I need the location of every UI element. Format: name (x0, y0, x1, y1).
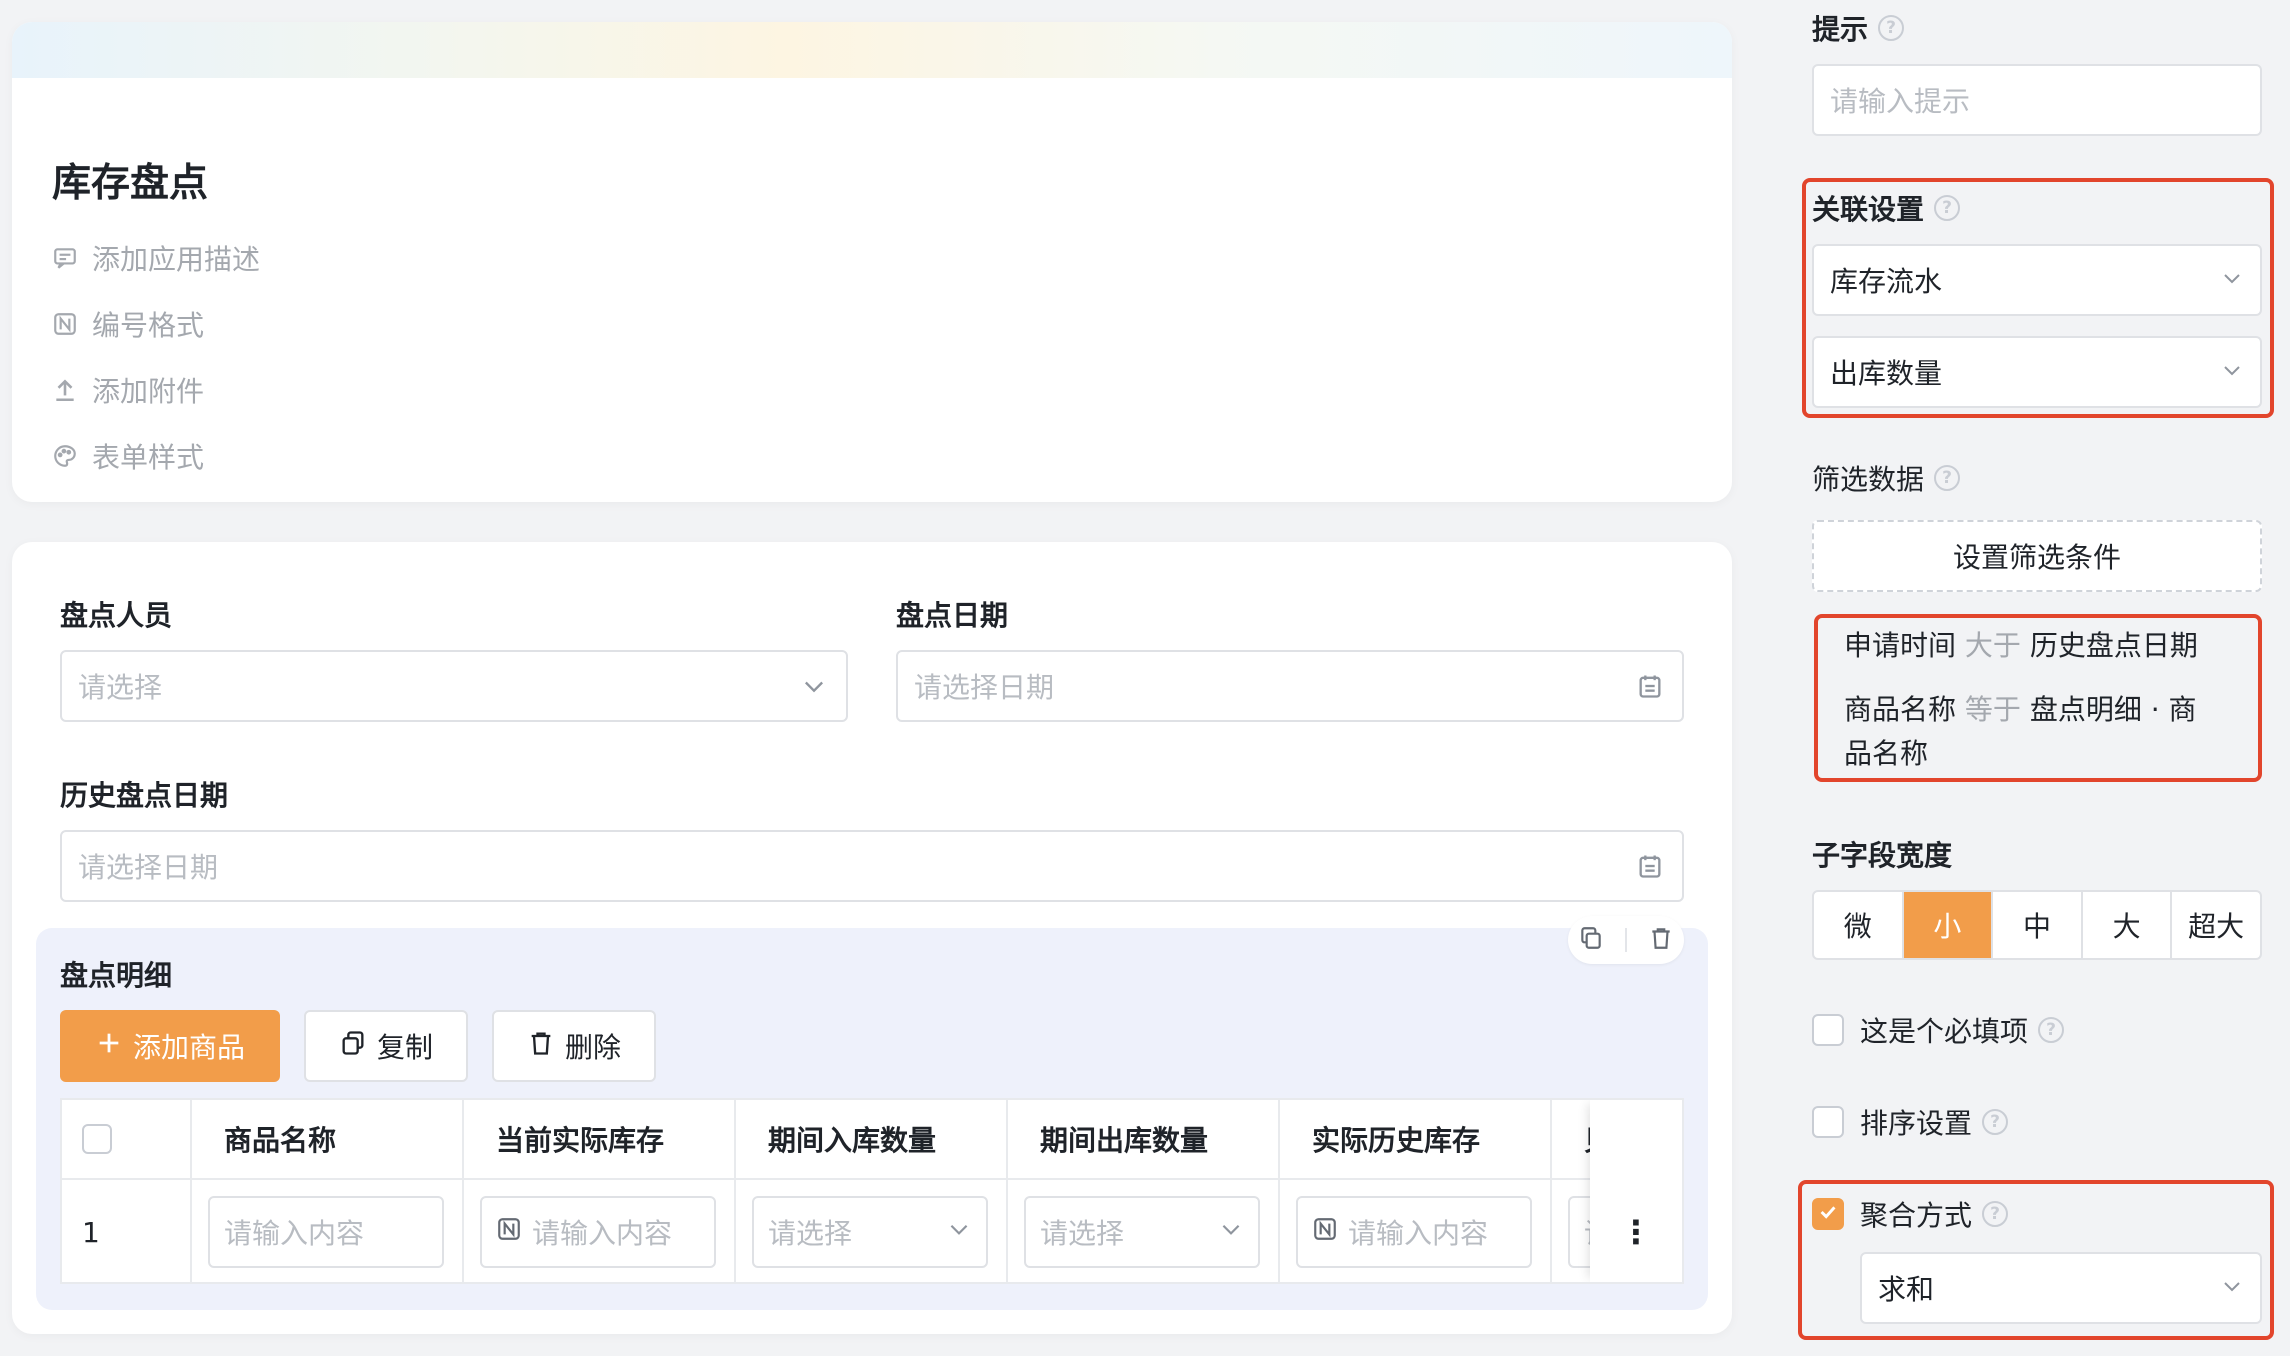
header-banner (12, 22, 1732, 78)
period-in-select[interactable]: 请选择 (752, 1196, 988, 1268)
column-header: 实际历史库存 (1280, 1100, 1552, 1178)
copy-button[interactable]: 复制 (304, 1010, 468, 1082)
divider (1624, 928, 1627, 952)
chevron-down-icon (1218, 1216, 1244, 1249)
table-cell: 请选择 (736, 1180, 1008, 1282)
width-option-medium[interactable]: 中 (1993, 892, 2083, 958)
trash-icon[interactable] (1648, 925, 1674, 955)
check-icon (1817, 1201, 1839, 1227)
palette-icon (52, 443, 92, 469)
relation-field-select[interactable]: 出库数量 (1812, 336, 2262, 408)
help-icon[interactable]: ? (2038, 1017, 2065, 1043)
history-date-picker[interactable]: 请选择日期 (60, 830, 1684, 902)
subtable-toolbar (1568, 916, 1684, 964)
copy-icon[interactable] (1578, 925, 1604, 955)
calendar-icon (1634, 850, 1666, 882)
add-item-button[interactable]: 添加商品 (60, 1010, 280, 1082)
hint-label: 提示 ? (1812, 8, 1905, 48)
width-option-tiny[interactable]: 微 (1814, 892, 1904, 958)
trash-icon (527, 1029, 555, 1064)
chevron-down-icon (2220, 356, 2244, 389)
column-header: 商品名称 (192, 1100, 464, 1178)
product-name-input[interactable]: 请输入内容 (208, 1196, 444, 1268)
app-header-card: 库存盘点 添加应用描述 编号格式 添加附件 表单样式 (12, 22, 1732, 502)
width-option-small[interactable]: 小 (1903, 892, 1994, 958)
row-actions-column: ⋮ (1590, 1100, 1682, 1282)
inspector-select[interactable]: 请选择 (60, 650, 848, 722)
width-option-xlarge[interactable]: 超大 (2172, 892, 2260, 958)
row-index: 1 (62, 1180, 192, 1282)
help-icon[interactable]: ? (1878, 15, 1905, 41)
width-segmented-control: 微 小 中 大 超大 (1812, 890, 2262, 960)
table-header-row: 商品名称 当前实际库存 期间入库数量 期间出库数量 实际历史库存 贝 (62, 1100, 1682, 1180)
current-stock-input[interactable]: 请输入内容 (480, 1196, 716, 1268)
copy-icon (339, 1029, 367, 1064)
table-cell: 请输入内容 (464, 1180, 736, 1282)
subtable-grid: 商品名称 当前实际库存 期间入库数量 期间出库数量 实际历史库存 贝 1 请输入… (60, 1098, 1684, 1284)
upload-icon (52, 377, 92, 403)
chevron-down-icon (2220, 1272, 2244, 1305)
relation-label: 关联设置 ? (1812, 188, 1961, 228)
required-label: 这是个必填项 ? (1860, 1010, 2065, 1050)
select-all-cell (62, 1100, 192, 1178)
sort-label: 排序设置 ? (1860, 1102, 2009, 1142)
plus-icon (95, 1029, 123, 1064)
help-icon[interactable]: ? (1934, 465, 1961, 491)
form-style-link[interactable]: 表单样式 (52, 434, 204, 478)
chevron-down-icon (798, 670, 830, 702)
comment-icon (52, 245, 92, 271)
relation-form-select[interactable]: 库存流水 (1812, 244, 2262, 316)
number-format-link[interactable]: 编号格式 (52, 302, 204, 346)
period-out-select[interactable]: 请选择 (1024, 1196, 1260, 1268)
set-filter-button[interactable]: 设置筛选条件 (1812, 520, 2262, 592)
field-label-inspector: 盘点人员 (60, 599, 173, 632)
meta-label: 表单样式 (92, 441, 205, 474)
table-cell: 请输入内容 (192, 1180, 464, 1282)
meta-label: 编号格式 (92, 309, 205, 342)
meta-label: 添加附件 (92, 375, 205, 408)
number-field-icon (1312, 1216, 1338, 1249)
history-stock-input[interactable]: 请输入内容 (1296, 1196, 1532, 1268)
add-attachment-link[interactable]: 添加附件 (52, 368, 204, 412)
table-cell: 请输入内容 (1280, 1180, 1552, 1282)
add-description-link[interactable]: 添加应用描述 (52, 236, 260, 280)
field-label-check-date: 盘点日期 (896, 599, 1009, 632)
chevron-down-icon (946, 1216, 972, 1249)
column-header: 当前实际库存 (464, 1100, 736, 1178)
field-label-history-date: 历史盘点日期 (60, 779, 229, 812)
column-header: 期间入库数量 (736, 1100, 1008, 1178)
required-checkbox[interactable] (1812, 1014, 1844, 1046)
number-format-icon (52, 311, 92, 337)
app-title[interactable]: 库存盘点 (52, 152, 208, 208)
table-cell: 请选择 (1008, 1180, 1280, 1282)
width-label: 子字段宽度 (1812, 839, 1953, 872)
more-actions-icon[interactable]: ⋮ (1590, 1180, 1682, 1282)
table-row: 1 请输入内容 请输入内容 请选择 请选择 请输入内容 (62, 1180, 1682, 1282)
filter-label: 筛选数据 ? (1812, 458, 1961, 498)
number-field-icon (496, 1216, 522, 1249)
help-icon[interactable]: ? (1934, 195, 1961, 221)
chevron-down-icon (2220, 264, 2244, 297)
filter-highlight (1814, 614, 2262, 782)
select-all-checkbox[interactable] (82, 1124, 112, 1154)
column-header: 期间出库数量 (1008, 1100, 1280, 1178)
delete-button[interactable]: 删除 (492, 1010, 656, 1082)
help-icon[interactable]: ? (1982, 1201, 2009, 1227)
hint-input[interactable]: 请输入提示 (1812, 64, 2262, 136)
calendar-icon (1634, 670, 1666, 702)
aggregate-label: 聚合方式 ? (1860, 1194, 2009, 1234)
aggregate-checkbox[interactable] (1812, 1198, 1844, 1230)
subtable-title: 盘点明细 (60, 959, 173, 992)
check-date-picker[interactable]: 请选择日期 (896, 650, 1684, 722)
meta-label: 添加应用描述 (92, 243, 261, 276)
help-icon[interactable]: ? (1982, 1109, 2009, 1135)
width-option-large[interactable]: 大 (2083, 892, 2173, 958)
sort-checkbox[interactable] (1812, 1106, 1844, 1138)
aggregate-select[interactable]: 求和 (1860, 1252, 2262, 1324)
